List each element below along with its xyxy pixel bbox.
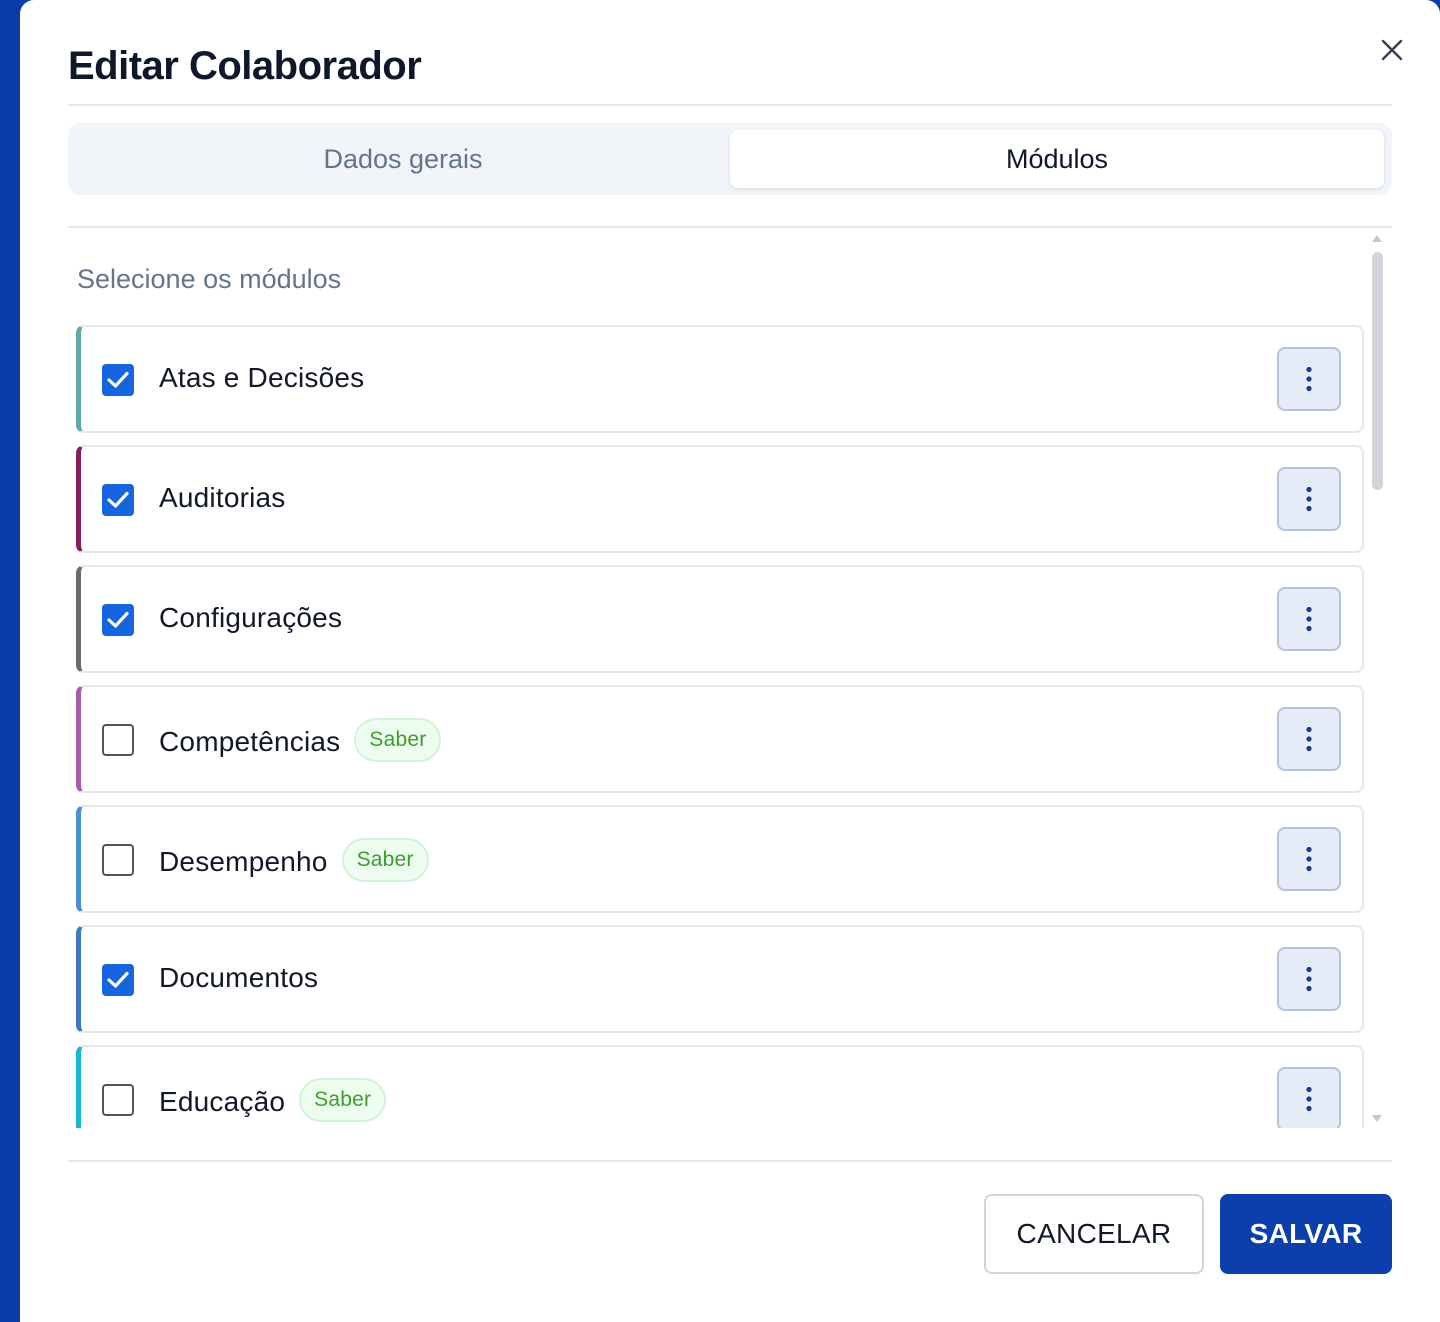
footer-divider xyxy=(68,1160,1392,1162)
modules-section-label: Selecione os módulos xyxy=(77,264,342,294)
module-card[interactable]: Desempenho Saber xyxy=(76,805,1364,913)
tabs-divider xyxy=(68,226,1392,228)
module-name: Desempenho xyxy=(159,846,328,877)
backdrop xyxy=(0,0,20,1322)
checkmark-icon xyxy=(107,491,129,508)
module-card[interactable]: Competências Saber xyxy=(76,685,1364,793)
module-card[interactable]: Documentos xyxy=(76,925,1364,1033)
scroll-down-arrow-icon[interactable] xyxy=(1371,1114,1383,1124)
module-name: Auditorias xyxy=(159,482,286,513)
module-options-button[interactable] xyxy=(1277,587,1341,651)
dialog-title: Editar Colaborador xyxy=(68,44,422,88)
save-button[interactable]: SALVAR xyxy=(1220,1194,1392,1274)
more-vertical-icon xyxy=(1306,606,1312,632)
module-name-row: Atas e Decisões xyxy=(159,362,364,394)
module-options-button[interactable] xyxy=(1277,467,1341,531)
scrollbar[interactable] xyxy=(1368,230,1386,1128)
module-name: Documentos xyxy=(159,962,319,993)
more-vertical-icon xyxy=(1306,366,1312,392)
module-card[interactable]: Educação Saber xyxy=(76,1045,1364,1128)
module-list: Atas e Decisões Auditorias Configurações Co… xyxy=(76,325,1364,1128)
scroll-up-arrow-icon[interactable] xyxy=(1371,233,1383,243)
module-card[interactable]: Auditorias xyxy=(76,445,1364,553)
tab-dados-gerais[interactable]: Dados gerais xyxy=(76,130,730,188)
module-name-row: Documentos xyxy=(159,962,318,994)
module-options-button[interactable] xyxy=(1277,947,1341,1011)
module-card[interactable]: Configurações xyxy=(76,565,1364,673)
module-checkbox[interactable] xyxy=(102,724,134,756)
edit-collaborator-dialog: Editar Colaborador Dados gerais Módulos … xyxy=(20,0,1440,1322)
module-checkbox[interactable] xyxy=(102,604,134,636)
tab-modulos[interactable]: Módulos xyxy=(730,130,1384,188)
more-vertical-icon xyxy=(1306,846,1312,872)
module-options-button[interactable] xyxy=(1277,827,1341,891)
module-name: Atas e Decisões xyxy=(159,362,365,393)
module-name: Competências xyxy=(159,726,341,757)
modules-scroll-area[interactable]: Selecione os módulos Atas e Decisões Audi… xyxy=(68,230,1392,1128)
module-name-row: Desempenho Saber xyxy=(159,838,429,882)
checkmark-icon xyxy=(107,611,129,628)
module-name: Configurações xyxy=(159,602,343,633)
module-name-row: Educação Saber xyxy=(159,1078,387,1122)
saber-badge: Saber xyxy=(299,1078,387,1122)
module-checkbox[interactable] xyxy=(102,364,134,396)
module-name-row: Configurações xyxy=(159,602,342,634)
module-name-row: Auditorias xyxy=(159,482,286,514)
module-name-row: Competências Saber xyxy=(159,718,442,762)
scrollbar-thumb[interactable] xyxy=(1372,252,1383,490)
module-card[interactable]: Atas e Decisões xyxy=(76,325,1364,433)
checkmark-icon xyxy=(107,971,129,988)
module-options-button[interactable] xyxy=(1277,707,1341,771)
module-checkbox[interactable] xyxy=(102,964,134,996)
module-checkbox[interactable] xyxy=(102,844,134,876)
more-vertical-icon xyxy=(1306,1086,1312,1112)
more-vertical-icon xyxy=(1306,486,1312,512)
module-name: Educação xyxy=(159,1086,286,1117)
close-icon xyxy=(1381,39,1403,61)
module-options-button[interactable] xyxy=(1277,1067,1341,1128)
saber-badge: Saber xyxy=(341,838,429,882)
saber-badge: Saber xyxy=(354,718,442,762)
module-checkbox[interactable] xyxy=(102,1084,134,1116)
tab-bar: Dados gerais Módulos xyxy=(68,123,1392,195)
close-button[interactable] xyxy=(1374,32,1410,68)
more-vertical-icon xyxy=(1306,726,1312,752)
checkmark-icon xyxy=(107,371,129,388)
module-checkbox[interactable] xyxy=(102,484,134,516)
module-options-button[interactable] xyxy=(1277,347,1341,411)
header-divider xyxy=(68,104,1392,106)
more-vertical-icon xyxy=(1306,966,1312,992)
cancel-button[interactable]: CANCELAR xyxy=(984,1194,1204,1274)
